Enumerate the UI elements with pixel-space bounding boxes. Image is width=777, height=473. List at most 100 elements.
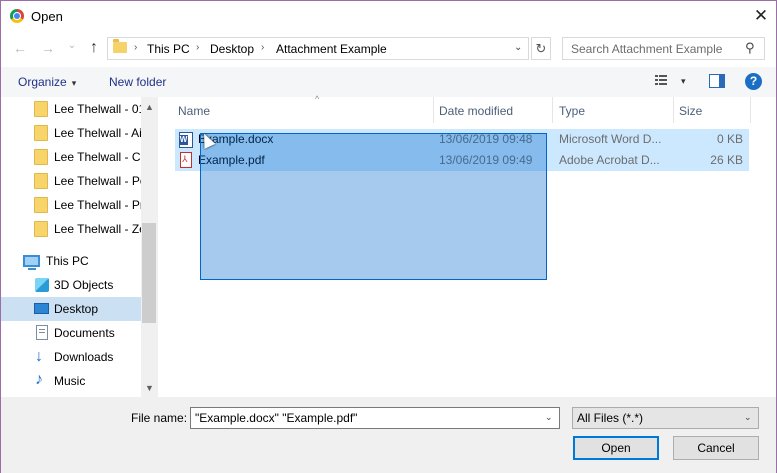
sidebar-item-label: Lee Thelwall - 01 [54, 102, 141, 116]
selection-marquee [200, 133, 547, 280]
breadcrumb-desktop[interactable]: Desktop [210, 42, 254, 56]
sidebar-item-label: Documents [54, 326, 115, 340]
cancel-button[interactable]: Cancel [673, 436, 759, 460]
forward-icon[interactable]: → [39, 39, 57, 57]
sidebar-item-lee-thelwall-ai[interactable]: Lee Thelwall - Ai [1, 121, 141, 145]
file-size: 26 KB [710, 153, 743, 167]
column-header-label: Size [679, 104, 703, 118]
column-divider[interactable] [750, 97, 751, 123]
column-header-name[interactable]: ^ Name [175, 94, 433, 123]
organize-button[interactable]: Organize ▾ [18, 75, 76, 89]
breadcrumb-separator: › [261, 42, 265, 53]
refresh-icon[interactable]: ↻ [531, 37, 551, 60]
desktop-icon [34, 303, 49, 314]
file-name-label: File name: [131, 411, 188, 425]
sidebar-item-lee-thelwall-pr[interactable]: Lee Thelwall - Pr [1, 193, 141, 217]
address-dropdown-icon[interactable]: ⌄ [514, 42, 522, 53]
sidebar-item-label: Lee Thelwall - Pr [54, 198, 141, 212]
chrome-icon [10, 9, 24, 23]
sidebar-item-label: Desktop [54, 302, 99, 316]
column-header-label: Name [178, 104, 211, 118]
open-button[interactable]: Open [573, 436, 659, 460]
file-type: Microsoft Word D... [559, 132, 662, 146]
sidebar-item-label: Lee Thelwall - Cl [54, 150, 141, 164]
organize-label: Organize [18, 75, 67, 89]
sidebar-item-3d-objects[interactable]: 3D Objects [1, 273, 141, 297]
column-header-label: Type [559, 104, 586, 118]
view-options-icon[interactable] [655, 75, 671, 88]
pdf-document-icon [180, 152, 192, 168]
sidebar-item-lee-thelwall-po[interactable]: Lee Thelwall - Po [1, 169, 141, 193]
breadcrumb-attachment-example[interactable]: Attachment Example [276, 42, 387, 56]
folder-icon [34, 149, 48, 165]
sidebar-item-downloads[interactable]: ↓ Downloads [1, 345, 141, 369]
breadcrumb-separator: › [196, 42, 200, 53]
back-icon[interactable]: ← [11, 39, 29, 57]
sidebar-item-label: Downloads [54, 350, 114, 364]
computer-icon [23, 255, 40, 270]
column-header-date-modified[interactable]: Date modified [434, 97, 552, 123]
folder-icon [113, 39, 127, 53]
folder-icon [34, 101, 48, 117]
scrollbar-thumb[interactable] [142, 223, 156, 323]
title-bar: Open ✕ [1, 1, 776, 32]
sort-indicator-icon: ^ [315, 94, 320, 104]
search-icon[interactable]: ⚲ [745, 40, 755, 56]
navigation-scrollbar[interactable]: ▲ ▼ [141, 97, 158, 397]
sidebar-item-label: Lee Thelwall - Ze [54, 222, 141, 236]
sidebar-item-lee-thelwall-cl[interactable]: Lee Thelwall - Cl [1, 145, 141, 169]
chevron-down-icon[interactable]: ▾ [681, 76, 686, 87]
word-document-icon [179, 132, 193, 148]
documents-icon [36, 325, 48, 340]
preview-pane-icon[interactable] [709, 74, 725, 88]
column-header-size[interactable]: Size [674, 97, 750, 123]
scroll-up-icon[interactable]: ▲ [145, 102, 154, 112]
search-input[interactable]: Search Attachment Example ⚲ [562, 37, 765, 60]
cube-icon [35, 278, 49, 292]
column-header-label: Date modified [439, 104, 514, 118]
sidebar-item-label: Music [54, 374, 86, 388]
sidebar-item-this-pc[interactable]: This PC [1, 249, 141, 273]
folder-icon [34, 197, 48, 213]
sidebar-item-lee-thelwall-ze[interactable]: Lee Thelwall - Ze [1, 217, 141, 241]
sidebar-item-music[interactable]: ♪ Music [1, 369, 141, 393]
file-type: Adobe Acrobat D... [559, 153, 660, 167]
close-button[interactable]: ✕ [748, 4, 774, 28]
download-icon: ↓ [35, 348, 43, 365]
search-placeholder: Search Attachment Example [571, 42, 723, 56]
sidebar-item-label: 3D Objects [54, 278, 114, 292]
sidebar-item-desktop[interactable]: Desktop [1, 297, 141, 321]
new-folder-button[interactable]: New folder [109, 75, 166, 89]
address-bar[interactable]: › This PC › Desktop › Attachment Example… [107, 37, 529, 60]
column-header-type[interactable]: Type [553, 97, 673, 123]
file-list: ^ Name Date modified Type Size Example.d… [158, 94, 776, 397]
folder-icon [34, 221, 48, 237]
folder-icon [34, 173, 48, 189]
file-type-filter-value: All Files (*.*) [577, 411, 644, 425]
file-name-input[interactable] [195, 411, 535, 425]
sidebar-item-lee-thelwall-01[interactable]: Lee Thelwall - 01 [1, 97, 141, 121]
command-bar: Organize ▾ New folder ▾ ? [1, 67, 776, 97]
sidebar-item-label: Lee Thelwall - Po [54, 174, 141, 188]
sidebar-item-label: Lee Thelwall - Ai [54, 126, 141, 140]
music-icon: ♪ [35, 371, 43, 388]
recent-locations-icon[interactable]: ⌄ [63, 37, 81, 55]
up-folder-icon[interactable]: ↑ [85, 39, 103, 57]
folder-icon [34, 125, 48, 141]
file-size: 0 KB [716, 132, 743, 146]
file-name-field[interactable]: ⌄ [190, 407, 560, 429]
breadcrumb-this-pc[interactable]: This PC [147, 42, 190, 56]
sidebar-item-documents[interactable]: Documents [1, 321, 141, 345]
dialog-title: Open [31, 9, 63, 24]
sidebar-item-label: This PC [46, 254, 89, 268]
navigation-pane: Lee Thelwall - 01 Lee Thelwall - Ai Lee … [1, 97, 158, 397]
chevron-down-icon: ⌄ [744, 412, 752, 422]
scroll-down-icon[interactable]: ▼ [145, 383, 154, 393]
breadcrumb-separator: › [134, 42, 138, 53]
file-type-filter[interactable]: All Files (*.*) ⌄ [572, 407, 759, 429]
open-dialog: Open ✕ ← → ⌄ ↑ › This PC › Desktop › Att… [0, 0, 777, 473]
chevron-down-icon[interactable]: ⌄ [545, 412, 553, 423]
help-icon[interactable]: ? [745, 73, 762, 90]
chevron-down-icon: ▾ [71, 78, 77, 88]
dialog-footer: File name: ⌄ All Files (*.*) ⌄ Open Canc… [1, 397, 776, 473]
